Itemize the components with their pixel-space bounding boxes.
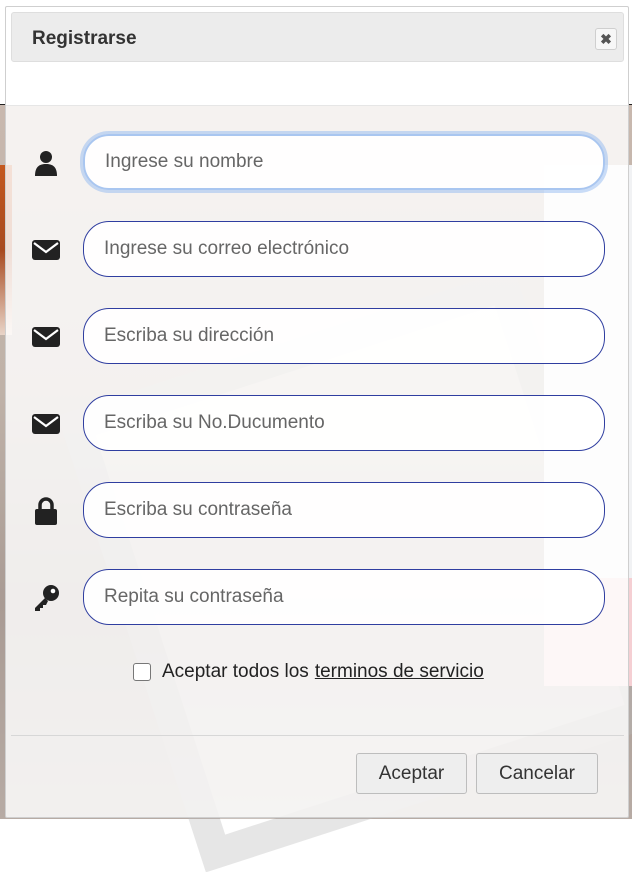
lock-icon	[31, 496, 61, 526]
close-button[interactable]: ✖	[595, 28, 617, 50]
repeat-password-row	[6, 569, 628, 625]
email-input[interactable]	[83, 221, 605, 277]
address-input[interactable]	[83, 308, 605, 364]
name-input[interactable]	[83, 134, 605, 190]
modal-header-spacer	[6, 63, 628, 106]
terms-link[interactable]: terminos de servicio	[315, 661, 484, 683]
terms-row: Aceptar todos los terminos de servicio	[133, 659, 484, 685]
user-icon	[31, 148, 61, 178]
password-row	[6, 482, 628, 538]
key-icon	[31, 583, 61, 613]
password-input[interactable]	[83, 482, 605, 538]
cancel-button[interactable]: Cancelar	[476, 753, 598, 794]
close-icon: ✖	[600, 30, 612, 47]
footer-divider	[11, 735, 624, 736]
address-row	[6, 308, 628, 364]
accept-button[interactable]: Aceptar	[356, 753, 467, 794]
envelope-icon	[31, 409, 61, 439]
modal-header: Registrarse ✖	[11, 12, 624, 62]
document-number-input[interactable]	[83, 395, 605, 451]
document-row	[6, 395, 628, 451]
modal-title: Registrarse	[32, 28, 137, 49]
name-row	[6, 134, 628, 190]
terms-checkbox[interactable]	[133, 663, 151, 681]
repeat-password-input[interactable]	[83, 569, 605, 625]
envelope-icon	[31, 322, 61, 352]
terms-label: Aceptar todos los	[162, 661, 309, 682]
email-row	[6, 221, 628, 277]
register-modal: Registrarse ✖ Ingrese su nombre Ingrese …	[5, 6, 629, 818]
envelope-icon	[31, 235, 61, 265]
